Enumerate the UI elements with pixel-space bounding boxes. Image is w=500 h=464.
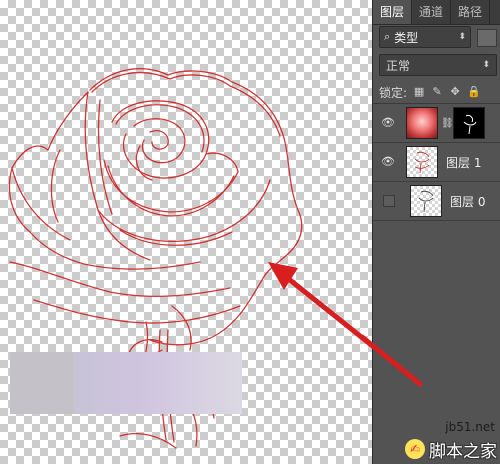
chevron-updown-icon: ⬍ <box>482 60 490 70</box>
watermark-text: 脚本之家 <box>429 441 497 462</box>
layer-row-0[interactable]: 图层 0 <box>373 182 500 221</box>
lock-transparency-icon[interactable]: ▦ <box>413 86 425 98</box>
watermark-url: jb51.net <box>445 420 495 434</box>
tab-channels[interactable]: 通道 <box>412 0 452 24</box>
watermark-logo-icon: ✍ <box>405 439 425 459</box>
watermark: ✍ 脚本之家 <box>373 434 500 464</box>
layer-thumbnail-sketch-black <box>410 185 442 217</box>
eye-icon[interactable]: 👁 <box>381 116 395 130</box>
blend-mode-select[interactable]: 正常 ⬍ <box>379 54 497 76</box>
lock-all-icon[interactable]: 🔒 <box>467 86 481 98</box>
layer-thumbnail-rose <box>406 107 438 139</box>
lock-image-icon[interactable]: ✎ <box>431 86 443 98</box>
lock-label: 锁定: <box>379 85 408 100</box>
search-icon: ⌕ <box>384 30 391 43</box>
layer-mask-thumbnail[interactable] <box>453 107 485 139</box>
lock-row: 锁定: ▦ ✎ ✥ 🔒 <box>373 81 500 104</box>
lock-position-icon[interactable]: ✥ <box>449 86 461 98</box>
layer-name: 图层 1 <box>446 155 482 170</box>
layer-filter-select[interactable]: ⌕ 类型 ⬍ <box>379 26 471 48</box>
layer-thumbnail-sketch <box>406 146 438 178</box>
blurred-region <box>10 352 242 414</box>
layers-panel: 图层 通道 路径 ⌕ 类型 ⬍ 正常 ⬍ 锁定: ▦ ✎ ✥ 🔒 👁 ⛓ 👁 图… <box>372 0 500 464</box>
mask-sketch <box>463 115 477 135</box>
red-arrow <box>268 262 372 349</box>
eye-icon[interactable]: 👁 <box>381 155 395 169</box>
tab-layers[interactable]: 图层 <box>373 0 413 24</box>
visibility-toggle[interactable] <box>383 195 395 207</box>
image-filter-icon[interactable] <box>477 29 497 47</box>
tab-paths[interactable]: 路径 <box>451 0 491 24</box>
layer-row-1[interactable]: 👁 图层 1 <box>373 143 500 182</box>
thumb-sketch <box>414 151 430 174</box>
chevron-updown-icon: ⬍ <box>458 32 466 42</box>
canvas[interactable] <box>0 0 372 464</box>
layer-filter-label: 类型 <box>394 30 419 45</box>
layer-name: 图层 0 <box>450 194 486 209</box>
panel-tabs: 图层 通道 路径 <box>373 0 500 25</box>
thumb-sketch-black <box>418 190 434 213</box>
layer-row-adjustment[interactable]: 👁 ⛓ <box>373 104 500 143</box>
chain-link-icon[interactable]: ⛓ <box>441 118 454 129</box>
blend-mode-value: 正常 <box>386 58 411 73</box>
